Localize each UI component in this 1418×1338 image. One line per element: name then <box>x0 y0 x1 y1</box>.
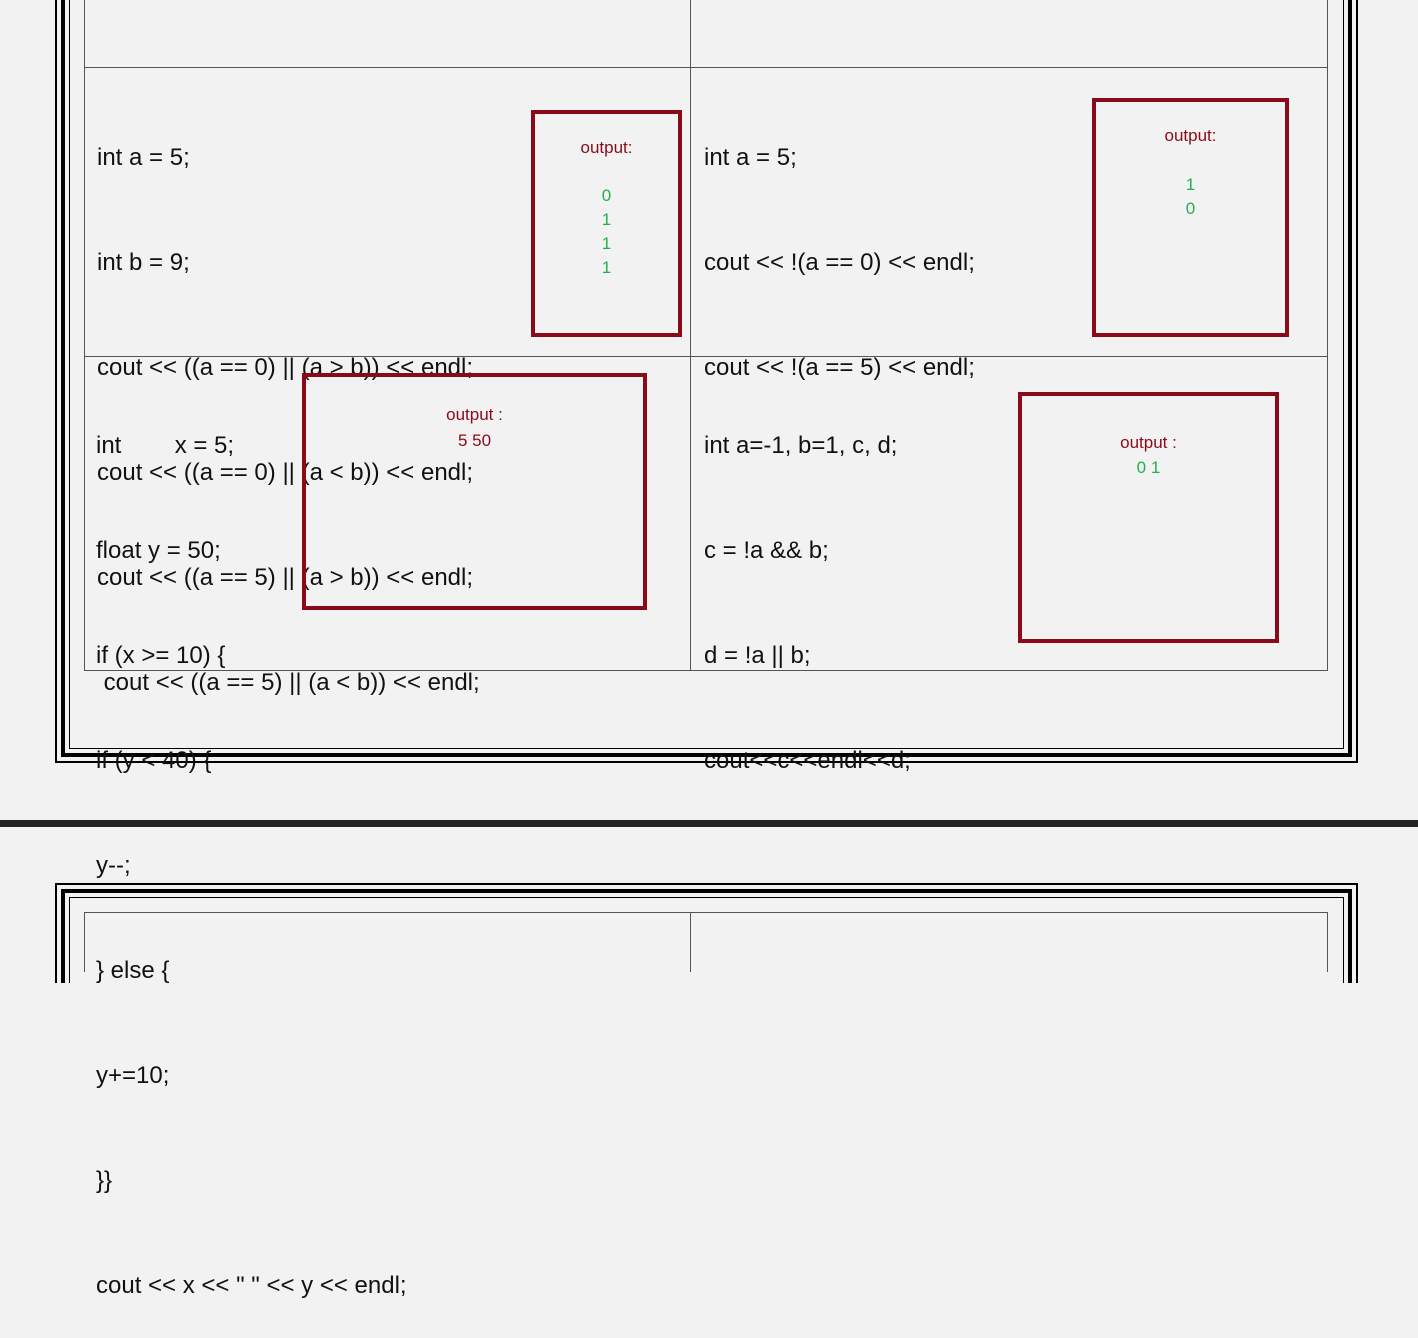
output-label: output: <box>1164 126 1217 145</box>
output-value: 1 <box>601 258 612 277</box>
code-line: d = !a || b; <box>704 642 811 669</box>
code-line: cout<<c<<endl<<d; <box>704 747 911 774</box>
code-line: int a=-1, b=1, c, d; <box>704 432 898 459</box>
code-line: }} <box>96 1167 113 1194</box>
code-line: int b = 9; <box>97 249 190 276</box>
output-value: 0 <box>601 186 612 205</box>
output-label: output: <box>580 138 633 157</box>
code-line: y+=10; <box>96 1062 170 1089</box>
table-left-border <box>84 0 85 671</box>
table-top-border <box>84 912 1328 913</box>
code-line: int a = 5; <box>97 144 190 171</box>
code-line: int a = 5; <box>704 144 797 171</box>
code-line: if (x >= 10) { <box>96 642 226 669</box>
table-column-divider <box>690 0 691 671</box>
output-value: 1 <box>1185 175 1196 194</box>
output-label: output : <box>1120 433 1177 452</box>
page-frame-next <box>55 883 1358 983</box>
output-value: 1 <box>601 234 612 253</box>
output-box: output : 5 50 <box>302 373 647 610</box>
page-separator <box>0 820 1418 827</box>
code-line: cout << x << " " << y << endl; <box>96 1272 407 1299</box>
output-value: 0 <box>1185 199 1196 218</box>
code-line: cout << !(a == 0) << endl; <box>704 249 975 276</box>
table-right-border <box>1327 0 1328 671</box>
table-row-divider <box>84 67 1328 68</box>
output-value: 1 <box>601 210 612 229</box>
code-line: c = !a && b; <box>704 537 829 564</box>
output-value: 5 50 <box>457 431 492 450</box>
table-column-divider <box>690 912 691 972</box>
output-label: output : <box>446 405 503 424</box>
output-box: output : 0 1 <box>1018 392 1279 643</box>
output-box: output: 0 1 1 1 <box>531 110 682 337</box>
code-line: y--; <box>96 852 131 879</box>
output-value: 0 1 <box>1136 458 1161 477</box>
code-line: if (y < 40) { <box>96 747 212 774</box>
code-block-logical-and-or: int a=-1, b=1, c, d; c = !a && b; d = !a… <box>704 358 911 813</box>
table-right-border <box>1327 912 1328 972</box>
output-box: output: 1 0 <box>1092 98 1289 337</box>
table-left-border <box>84 912 85 972</box>
